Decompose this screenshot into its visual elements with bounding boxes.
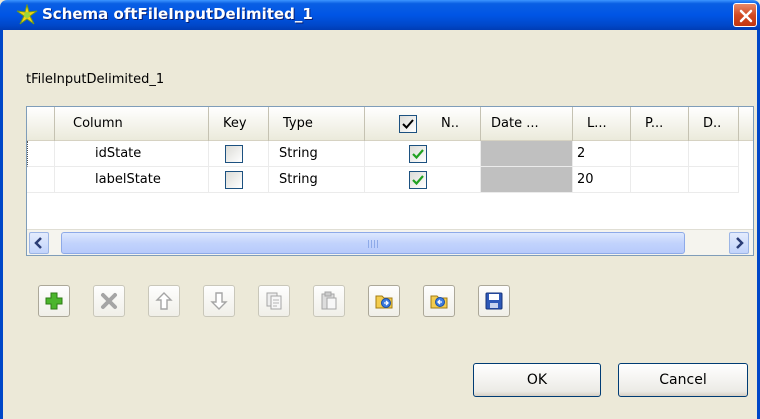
save-button[interactable] [478,285,510,317]
cancel-button[interactable]: Cancel [618,363,748,397]
cell-default[interactable] [689,141,739,167]
add-icon [45,292,63,310]
copy-icon [266,292,282,310]
header-default[interactable]: D.. [689,107,739,141]
check-icon [412,149,424,160]
paste-button[interactable] [313,285,345,317]
cell-type[interactable]: String [269,141,365,167]
arrow-left-icon [34,237,42,249]
header-nullable-label: N.. [441,116,459,131]
header-column-label: Column [73,116,123,131]
cell-length-text: 2 [577,146,586,161]
cell-key[interactable] [209,167,269,193]
schema-table[interactable]: Column Key Type N.. Date ... L... P... D… [26,106,754,256]
table-header: Column Key Type N.. Date ... L... P... D… [27,107,753,141]
header-key-label: Key [223,116,247,131]
close-button[interactable] [733,3,757,27]
cell-date-pattern [481,141,573,167]
table-row[interactable]: idState String 2 [27,141,753,167]
window-frame-left [0,30,3,419]
key-checkbox[interactable] [225,145,243,163]
add-button[interactable] [38,285,70,317]
header-date-pattern-label: Date ... [491,116,539,131]
header-key[interactable]: Key [209,107,269,141]
talend-star-icon [16,4,38,25]
arrow-right-icon [736,237,744,249]
header-type[interactable]: Type [269,107,365,141]
header-date-pattern[interactable]: Date ... [481,107,573,141]
cell-length[interactable]: 20 [573,167,631,193]
header-nullable[interactable]: N.. [365,107,481,141]
header-precision[interactable]: P... [631,107,689,141]
cell-default[interactable] [689,167,739,193]
cell-length-text: 20 [577,172,594,187]
header-column[interactable]: Column [55,107,209,141]
cell-precision[interactable] [631,141,689,167]
ok-button[interactable]: OK [473,363,601,397]
horizontal-scrollbar[interactable] [27,229,753,255]
row-marker [27,167,55,193]
nullable-checkbox[interactable] [409,171,427,189]
remove-icon [101,293,117,309]
scroll-left-button[interactable] [29,232,49,254]
copy-button[interactable] [258,285,290,317]
check-icon [412,175,424,186]
header-length-label: L... [587,116,607,131]
cell-type[interactable]: String [269,167,365,193]
header-length[interactable]: L... [573,107,631,141]
save-icon [485,292,503,310]
cell-column-text: idState [95,146,142,161]
cell-column-text: labelState [95,172,161,187]
import-button[interactable] [368,285,400,317]
nullable-checkbox[interactable] [409,145,427,163]
cell-type-text: String [279,172,318,187]
move-up-icon [155,292,173,310]
move-up-button[interactable] [148,285,180,317]
import-icon [375,295,393,309]
scroll-right-button[interactable] [729,232,749,254]
export-icon [430,295,448,309]
header-type-label: Type [283,116,313,131]
cell-key[interactable] [209,141,269,167]
header-row-marker [27,107,55,141]
move-down-button[interactable] [203,285,235,317]
cell-column[interactable]: labelState [55,167,209,193]
cell-column[interactable]: idState [55,141,209,167]
check-icon [402,119,414,129]
scroll-grip-icon [368,240,380,248]
table-row[interactable]: labelState String 20 [27,167,753,193]
nullable-header-checkbox[interactable] [399,115,417,133]
cell-precision[interactable] [631,167,689,193]
header-default-label: D.. [703,116,722,131]
scroll-thumb[interactable] [61,232,685,254]
row-marker [27,141,55,167]
cell-length[interactable]: 2 [573,141,631,167]
key-checkbox[interactable] [225,171,243,189]
close-icon [739,9,753,23]
cell-nullable[interactable] [365,167,481,193]
window-title: Schema oftFileInputDelimited_1 [42,5,313,23]
cell-type-text: String [279,146,318,161]
title-bar[interactable]: Schema oftFileInputDelimited_1 [0,0,760,30]
remove-button[interactable] [93,285,125,317]
header-precision-label: P... [645,116,664,131]
component-label: tFileInputDelimited_1 [26,72,165,87]
move-down-icon [210,292,228,310]
cell-nullable[interactable] [365,141,481,167]
paste-icon [321,291,337,310]
cell-date-pattern [481,167,573,193]
export-button[interactable] [423,285,455,317]
